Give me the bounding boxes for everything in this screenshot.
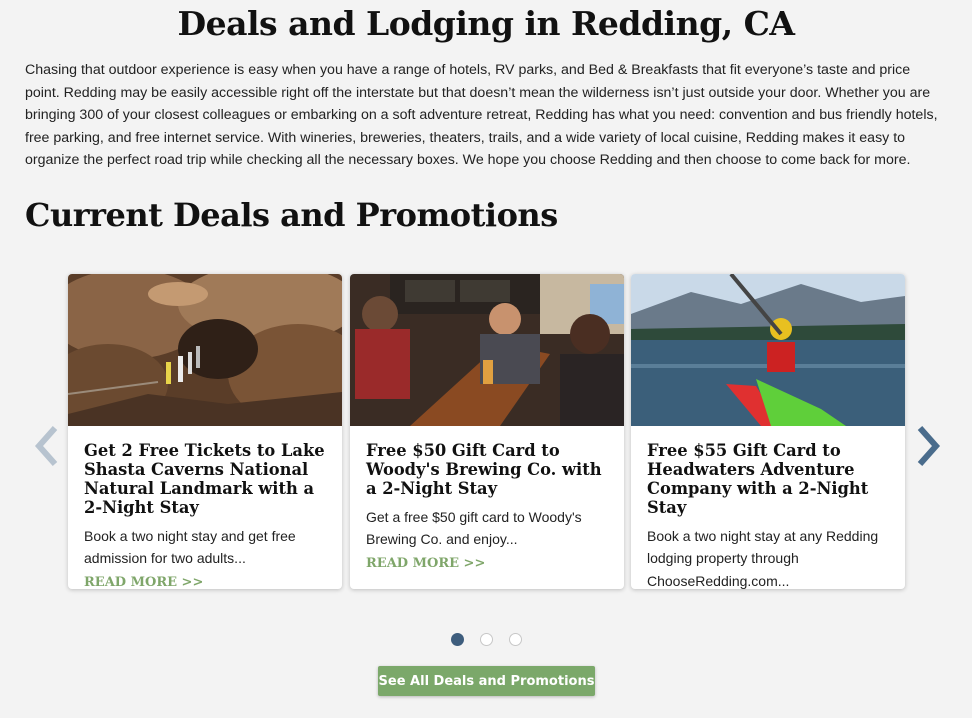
deal-card-title[interactable]: Free $55 Gift Card to Headwaters Adventu… [647,441,889,517]
carousel-dot-2[interactable] [480,633,493,646]
carousel-prev-button[interactable] [31,424,61,468]
chevron-left-icon [34,426,58,466]
carousel-next-button[interactable] [914,424,944,468]
read-more-link[interactable]: READ MORE >> [84,575,203,589]
section-title: Current Deals and Promotions [25,196,558,234]
deal-card-title[interactable]: Get 2 Free Tickets to Lake Shasta Cavern… [84,441,326,517]
chevron-right-icon [917,426,941,466]
deal-card-description: Book a two night stay at any Redding lod… [647,528,879,589]
page-title: Deals and Lodging in Redding, CA [177,4,795,43]
kayak-image [631,274,905,426]
carousel-dot-1[interactable] [451,633,464,646]
caverns-image [68,274,342,426]
deal-card-title[interactable]: Free $50 Gift Card to Woody's Brewing Co… [366,441,608,498]
carousel-dot-3[interactable] [509,633,522,646]
see-all-deals-button[interactable]: See All Deals and Promotions [378,666,595,696]
deal-card[interactable]: Free $50 Gift Card to Woody's Brewing Co… [350,274,624,589]
deal-card[interactable]: Get 2 Free Tickets to Lake Shasta Cavern… [68,274,342,589]
deal-card-description: Book a two night stay and get free admis… [84,528,296,567]
brewery-image [350,274,624,426]
deal-card-description: Get a free $50 gift card to Woody's Brew… [366,509,582,548]
deal-card[interactable]: Free $55 Gift Card to Headwaters Adventu… [631,274,905,589]
intro-paragraph: Chasing that outdoor experience is easy … [25,62,938,169]
read-more-link[interactable]: READ MORE >> [366,556,485,571]
